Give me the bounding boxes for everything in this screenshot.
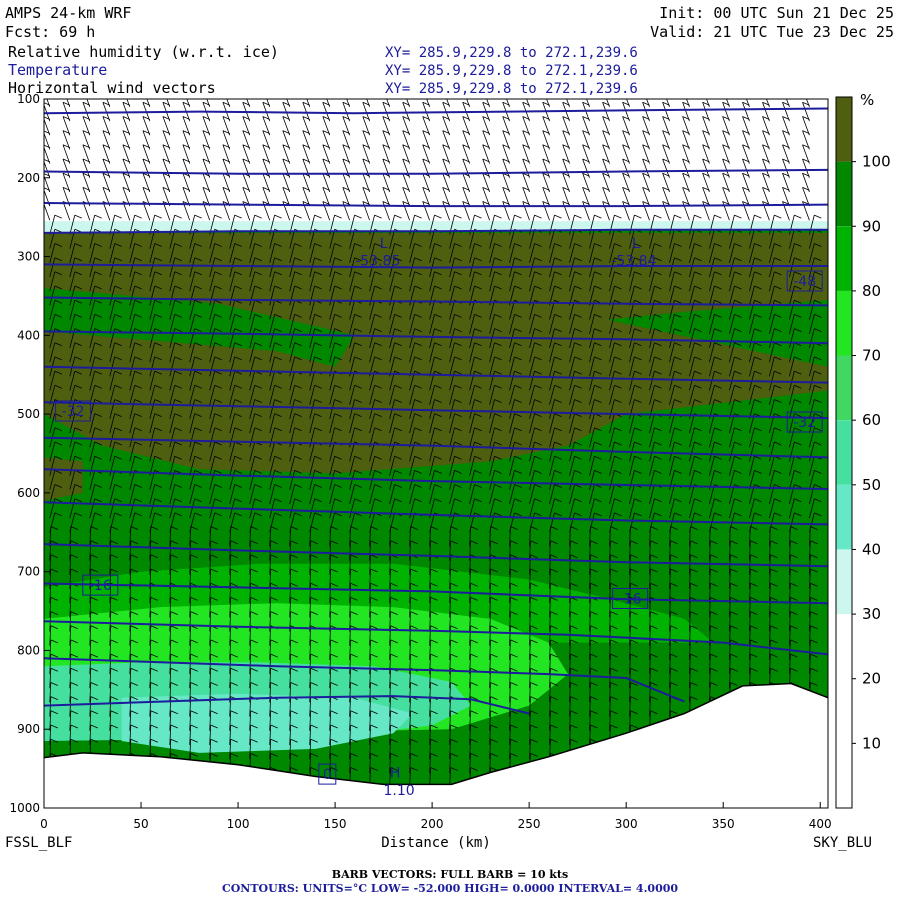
layer-name: Relative humidity (w.r.t. ice): [8, 43, 279, 61]
colorbar-tick-label: 90: [862, 217, 881, 235]
x-tick-label: 200: [421, 817, 444, 831]
wind-barb-flag: [323, 88, 330, 91]
colorbar-band: [836, 355, 852, 421]
left-endpoint-label: FSSL_BLF: [5, 835, 72, 851]
y-tick-label: 800: [17, 643, 40, 657]
wind-barb-flag: [703, 88, 710, 91]
colorbar-band: [836, 290, 852, 356]
x-tick-label: 350: [712, 817, 735, 831]
y-tick-label: 1000: [9, 801, 40, 815]
colorbar-tick-label: 30: [862, 605, 881, 623]
y-tick-label: 900: [17, 722, 40, 736]
contour-label: H: [390, 766, 401, 782]
contour-label: -16: [89, 578, 112, 594]
contour-label: -53.85: [355, 254, 400, 270]
colorbar-tick-label: 100: [862, 153, 891, 171]
colorbar-tick-label: 80: [862, 282, 881, 300]
colorbar-band: [836, 97, 852, 162]
contour-legend: CONTOURS: UNITS=°C LOW= -52.000 HIGH= 0.…: [222, 882, 678, 895]
colorbar-band: [836, 226, 852, 291]
contour-label: -32: [793, 415, 816, 431]
colorbar-band: [836, 484, 852, 550]
contour-label: -32: [62, 404, 85, 420]
colorbar-tick-label: 50: [862, 476, 881, 494]
colorbar-tick-label: 20: [862, 670, 881, 688]
x-tick-label: 100: [227, 817, 250, 831]
colorbar-band: [836, 743, 852, 808]
layer-name: Temperature: [8, 61, 107, 79]
contour-label: -16: [619, 592, 642, 608]
y-tick-label: 300: [17, 250, 40, 264]
forecast-hour: Fcst: 69 h: [5, 23, 95, 41]
colorbar-band: [836, 420, 852, 485]
colorbar-tick-label: 60: [862, 411, 881, 429]
right-endpoint-label: SKY_BLU: [813, 835, 872, 851]
contour-label: -53.84: [611, 254, 656, 270]
wind-barb-flag: [743, 88, 750, 91]
y-tick-label: 500: [17, 407, 40, 421]
colorbar-band: [836, 614, 852, 679]
contour-label: L: [380, 236, 388, 252]
layer-list: Relative humidity (w.r.t. ice) XY= 285.9,…: [8, 43, 638, 97]
y-tick-label: 700: [17, 565, 40, 579]
valid-time: Valid: 21 UTC Tue 23 Dec 25: [650, 23, 894, 41]
colorbar-tick-label: 70: [862, 347, 881, 365]
colorbar: 10 20 30 40 50 60 70 80 90 100: [835, 96, 891, 809]
init-time: Init: 00 UTC Sun 21 Dec 25: [659, 4, 894, 22]
colorbar-band: [836, 678, 852, 744]
x-tick-label: 400: [809, 817, 832, 831]
layer-coords: XY= 285.9,229.8 to 272.1,239.6: [385, 45, 638, 61]
wind-barb-flag: [263, 88, 270, 91]
wind-barb-flag: [343, 88, 350, 91]
colorbar-band: [836, 161, 852, 227]
y-tick-label: 200: [17, 171, 40, 185]
model-title: AMPS 24-km WRF: [5, 4, 131, 22]
layer-coords: XY= 285.9,229.8 to 272.1,239.6: [385, 63, 638, 79]
contour-label: 1.10: [384, 783, 415, 799]
x-tick-label: 50: [133, 817, 148, 831]
layer-coords: XY= 285.9,229.8 to 272.1,239.6: [385, 81, 638, 97]
y-tick-label: 100: [17, 92, 40, 106]
x-tick-label: 250: [518, 817, 541, 831]
wind-barb-flag: [643, 88, 650, 91]
wind-barb-flag: [663, 88, 670, 91]
colorbar-band: [836, 549, 852, 615]
cross-section-chart: AMPS 24-km WRF Init: 00 UTC Sun 21 Dec 2…: [5, 4, 894, 895]
colorbar-tick-label: 10: [862, 734, 881, 752]
y-tick-label: 400: [17, 328, 40, 342]
barb-legend: BARB VECTORS: FULL BARB = 10 kts: [332, 868, 568, 881]
wind-barb-flag: [243, 88, 250, 91]
x-axis-label: Distance (km): [381, 835, 491, 851]
wind-barb-flag: [683, 88, 690, 91]
wind-barb-flag: [763, 88, 770, 91]
contour-label: -48: [793, 274, 816, 290]
contour-label: 0: [323, 767, 332, 783]
wind-barb-flag: [283, 88, 290, 91]
contour-label: L: [632, 236, 640, 252]
wind-barb-flag: [783, 88, 790, 91]
wind-barb-flag: [723, 88, 730, 91]
x-tick-label: 0: [40, 817, 48, 831]
wind-barb-flag: [363, 88, 370, 91]
wind-barb-flag: [803, 88, 810, 91]
wind-barb-flag: [223, 88, 230, 91]
y-tick-label: 600: [17, 486, 40, 500]
colorbar-tick-label: 40: [862, 541, 881, 559]
colorbar-unit: %: [860, 91, 874, 109]
x-tick-label: 300: [615, 817, 638, 831]
x-tick-label: 150: [324, 817, 347, 831]
wind-barb-flag: [303, 88, 310, 91]
